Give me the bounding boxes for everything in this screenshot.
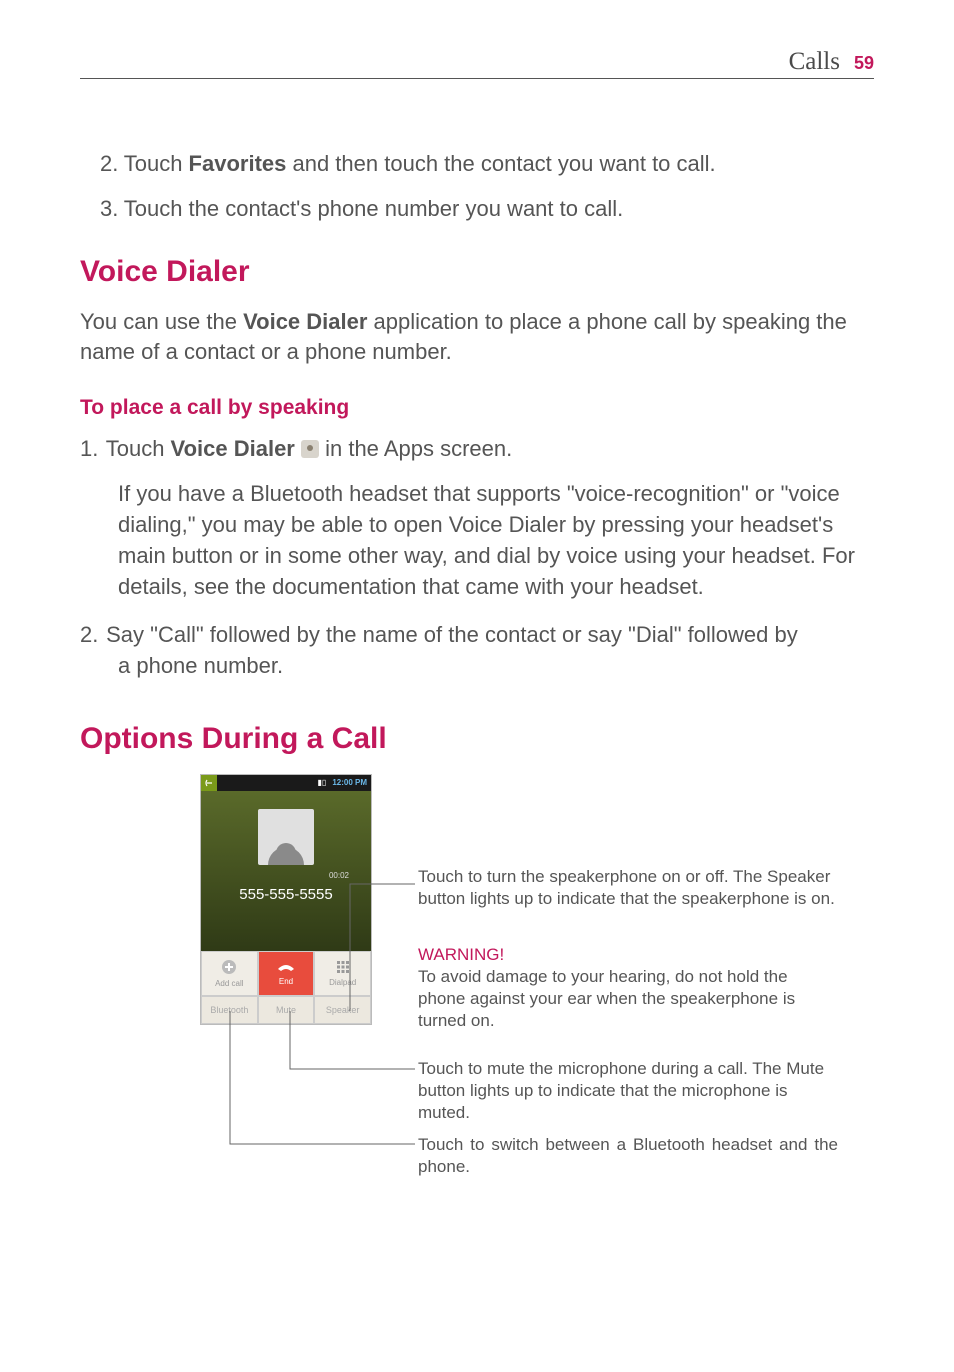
options-block: ▮▯ 12:00 PM 00:02 555-555-5555 Add call — [200, 774, 874, 1025]
call-duration: 00:02 — [329, 871, 349, 880]
label: Dialpad — [329, 978, 356, 987]
call-area: 00:02 555-555-5555 — [201, 791, 371, 951]
step-text-b: and then touch the contact you want to c… — [286, 151, 715, 176]
step-2-favorites: 2. Touch Favorites and then touch the co… — [80, 149, 874, 180]
heading-place-call-speaking: To place a call by speaking — [80, 396, 874, 420]
text: You can use the — [80, 309, 243, 334]
speaker-button[interactable]: Speaker — [314, 996, 371, 1024]
step-text: Touch — [124, 151, 189, 176]
status-bar: ▮▯ 12:00 PM — [201, 775, 371, 791]
mute-button[interactable]: Mute — [258, 996, 315, 1024]
step-number: 2. — [80, 620, 100, 651]
dialpad-icon — [336, 960, 350, 976]
voice-dialer-intro: You can use the Voice Dialer application… — [80, 307, 874, 369]
back-icon — [201, 775, 217, 791]
warning-heading: WARNING! — [418, 945, 504, 964]
add-call-button[interactable]: Add call — [201, 951, 258, 996]
end-call-button[interactable]: End — [258, 951, 315, 996]
warning-text: To avoid damage to your hearing, do not … — [418, 967, 795, 1030]
callout-warning: WARNING! To avoid damage to your hearing… — [418, 944, 838, 1032]
step-2-say-call: 2. Say "Call" followed by the name of th… — [80, 620, 874, 682]
label: End — [279, 977, 293, 986]
text-cont: a phone number. — [80, 651, 874, 682]
call-button-grid: Add call End Dialpad Bluetooth — [201, 951, 371, 1024]
step-3-contact-number: 3. Touch the contact's phone number you … — [80, 194, 874, 225]
step-text: Touch the contact's phone number you wan… — [124, 196, 624, 221]
text: in the Apps screen. — [319, 436, 512, 461]
callout-speaker: Touch to turn the speakerphone on or off… — [418, 866, 838, 910]
signal-icon: ▮▯ — [318, 778, 329, 787]
heading-voice-dialer: Voice Dialer — [80, 255, 874, 289]
step-1-voice-dialer: 1. Touch Voice Dialer in the Apps screen… — [80, 432, 874, 465]
favorites-bold: Favorites — [189, 151, 287, 176]
phone-screenshot: ▮▯ 12:00 PM 00:02 555-555-5555 Add call — [200, 774, 372, 1025]
header-section: Calls — [789, 48, 840, 76]
heading-options-during-call: Options During a Call — [80, 722, 874, 756]
bluetooth-button[interactable]: Bluetooth — [201, 996, 258, 1024]
callout-mute: Touch to mute the microphone during a ca… — [418, 1058, 838, 1124]
step-1-detail: If you have a Bluetooth headset that sup… — [80, 479, 874, 602]
voice-dialer-bold: Voice Dialer — [243, 309, 367, 334]
text: Say "Call" followed by the name of the c… — [106, 622, 798, 647]
page-number: 59 — [854, 53, 874, 74]
dialpad-button[interactable]: Dialpad — [314, 951, 371, 996]
step-number: 3. — [100, 194, 118, 225]
voice-dialer-icon — [301, 440, 319, 458]
page-header: Calls 59 — [80, 48, 874, 79]
voice-dialer-bold: Voice Dialer — [171, 436, 301, 461]
plus-icon — [221, 959, 237, 977]
step-number: 2. — [100, 149, 118, 180]
text: Touch — [106, 436, 171, 461]
hangup-icon — [276, 961, 296, 975]
status-time: 12:00 PM — [328, 778, 371, 787]
callout-bluetooth: Touch to switch between a Bluetooth head… — [418, 1134, 838, 1178]
label: Add call — [215, 979, 243, 988]
step-number: 1. — [80, 432, 100, 465]
phone-number: 555-555-5555 — [239, 886, 332, 903]
